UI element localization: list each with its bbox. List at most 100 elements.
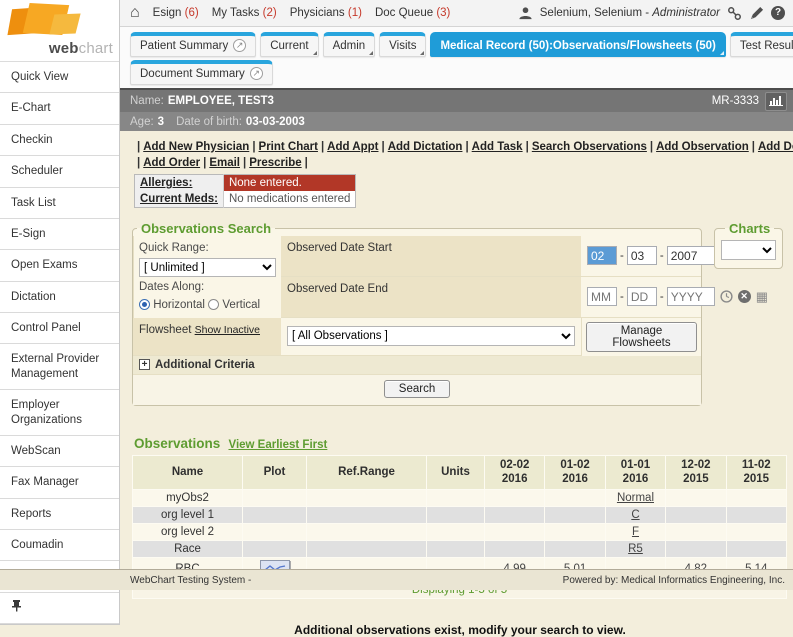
allergies-status-badge: None entered. bbox=[223, 175, 355, 192]
tab-document-summary[interactable]: Document Summary ↗ bbox=[130, 60, 273, 85]
logo-wordmark: webchart bbox=[49, 40, 113, 57]
nav-doc-queue[interactable]: Doc Queue (3) bbox=[375, 7, 450, 19]
sidebar-item-reports[interactable]: Reports bbox=[0, 499, 119, 530]
start-year-input[interactable] bbox=[667, 246, 715, 265]
obs-name: Race bbox=[133, 540, 243, 557]
email-link[interactable]: Email bbox=[209, 157, 240, 169]
start-day-input[interactable] bbox=[627, 246, 657, 265]
add-dictation-link[interactable]: Add Dictation bbox=[388, 141, 463, 153]
col-header-date-2: 01-022016 bbox=[545, 455, 605, 489]
sidebar-item-task-list[interactable]: Task List bbox=[0, 188, 119, 219]
patient-header: Name: EMPLOYEE, TEST3 MR-3333 bbox=[120, 90, 793, 112]
additional-criteria-toggle[interactable]: + Additional Criteria bbox=[133, 356, 701, 375]
open-tab-icon[interactable]: ↗ bbox=[250, 67, 263, 80]
patient-mr-number: MR-3333 bbox=[712, 95, 759, 107]
allergies-link[interactable]: Allergies: bbox=[140, 177, 192, 189]
sidebar-item-quick-view[interactable]: Quick View bbox=[0, 62, 119, 93]
search-button[interactable]: Search bbox=[384, 380, 450, 398]
show-inactive-link[interactable]: Show Inactive bbox=[195, 324, 260, 336]
add-task-link[interactable]: Add Task bbox=[472, 141, 523, 153]
table-row-myobs2: myObs2 Normal bbox=[133, 489, 787, 506]
observed-date-end-label: Observed Date End bbox=[281, 277, 581, 318]
clear-date-icon[interactable]: ✕ bbox=[738, 290, 751, 303]
quick-range-select[interactable]: [ Unlimited ] bbox=[139, 258, 276, 277]
patient-dob: 03-03-2003 bbox=[246, 116, 305, 128]
sidebar-item-coumadin[interactable]: Coumadin bbox=[0, 530, 119, 561]
calendar-icon[interactable]: ▦ bbox=[756, 290, 768, 303]
nav-esign[interactable]: Esign (6) bbox=[153, 7, 199, 19]
end-month-input[interactable] bbox=[587, 287, 617, 306]
obs-value-link[interactable]: C bbox=[631, 509, 639, 521]
time-icon[interactable] bbox=[720, 290, 733, 303]
col-header-date-3: 01-012016 bbox=[605, 455, 665, 489]
sidebar-item-checkin[interactable]: Checkin bbox=[0, 125, 119, 156]
end-year-input[interactable] bbox=[667, 287, 715, 306]
tab-current[interactable]: Current bbox=[260, 32, 318, 57]
dates-along-horizontal-radio[interactable] bbox=[139, 299, 150, 310]
dates-along-vertical-radio[interactable] bbox=[208, 299, 219, 310]
sidebar-item-scheduler[interactable]: Scheduler bbox=[0, 156, 119, 187]
observations-title: Observations bbox=[134, 436, 220, 451]
sidebar-item-external-provider-management[interactable]: External Provider Management bbox=[0, 344, 119, 390]
add-order-link[interactable]: Add Order bbox=[143, 157, 200, 169]
sidebar-item-control-panel[interactable]: Control Panel bbox=[0, 313, 119, 344]
patient-name: EMPLOYEE, TEST3 bbox=[168, 95, 274, 107]
sidebar-item-e-chart[interactable]: E-Chart bbox=[0, 93, 119, 124]
sidebar-item-webscan[interactable]: WebScan bbox=[0, 436, 119, 467]
edit-pencil-icon[interactable] bbox=[749, 6, 764, 21]
tab-medical-record-observations[interactable]: Medical Record (50):Observations/Flowshe… bbox=[430, 32, 725, 57]
add-new-physician-link[interactable]: Add New Physician bbox=[143, 141, 249, 153]
tab-visits[interactable]: Visits bbox=[379, 32, 426, 57]
obs-ref-range bbox=[307, 506, 427, 523]
obs-units bbox=[427, 540, 485, 557]
dates-along-options: Horizontal Vertical bbox=[139, 297, 276, 314]
top-toolbar: ⌂ Esign (6) My Tasks (2) Physicians (1) … bbox=[120, 0, 793, 27]
charts-select[interactable] bbox=[721, 240, 776, 260]
nav-physicians[interactable]: Physicians (1) bbox=[290, 7, 362, 19]
search-observations-link[interactable]: Search Observations bbox=[532, 141, 647, 153]
sidebar-item-fax-manager[interactable]: Fax Manager bbox=[0, 467, 119, 498]
obs-value-link[interactable]: Normal bbox=[617, 492, 654, 504]
sidebar-item-e-sign[interactable]: E-Sign bbox=[0, 219, 119, 250]
observations-header: Observations View Earliest First bbox=[134, 436, 788, 451]
nav-my-tasks[interactable]: My Tasks (2) bbox=[212, 7, 277, 19]
flowsheet-select[interactable]: [ All Observations ] bbox=[287, 326, 575, 346]
current-meds-link[interactable]: Current Meds: bbox=[140, 193, 218, 205]
main-area: ⌂ Esign (6) My Tasks (2) Physicians (1) … bbox=[120, 0, 793, 590]
tab-patient-summary[interactable]: Patient Summary ↗ bbox=[130, 32, 256, 57]
expand-plus-icon[interactable]: + bbox=[139, 359, 150, 370]
obs-plot-cell bbox=[243, 489, 307, 506]
tab-test-results[interactable]: Test Results bbox=[730, 32, 793, 57]
manage-flowsheets-button[interactable]: Manage Flowsheets bbox=[586, 322, 697, 352]
tab-strip: Patient Summary ↗ Current Admin Visits M… bbox=[120, 27, 793, 90]
obs-name: org level 1 bbox=[133, 506, 243, 523]
obs-value-link[interactable]: F bbox=[632, 526, 639, 538]
add-appt-link[interactable]: Add Appt bbox=[327, 141, 378, 153]
view-earliest-first-link[interactable]: View Earliest First bbox=[228, 439, 327, 451]
user-menu[interactable]: Selenium, Selenium - Administrator bbox=[540, 7, 720, 19]
home-icon[interactable]: ⌂ bbox=[130, 5, 140, 21]
tab-admin[interactable]: Admin bbox=[323, 32, 376, 57]
sidebar-item-dictation[interactable]: Dictation bbox=[0, 282, 119, 313]
print-chart-link[interactable]: Print Chart bbox=[259, 141, 318, 153]
obs-name: myObs2 bbox=[133, 489, 243, 506]
start-month-input[interactable] bbox=[587, 246, 617, 265]
obs-value-link[interactable]: R5 bbox=[628, 543, 643, 555]
patient-charts-button[interactable] bbox=[765, 92, 787, 111]
col-header-date-1: 02-022016 bbox=[485, 455, 545, 489]
tab-menu-indicator-icon bbox=[720, 51, 724, 55]
pin-menu-toggle[interactable] bbox=[0, 593, 119, 624]
link-icon[interactable] bbox=[727, 6, 742, 21]
charts-title: Charts bbox=[725, 221, 774, 236]
charts-panel: Charts bbox=[714, 221, 783, 269]
open-tab-icon[interactable]: ↗ bbox=[233, 39, 246, 52]
webchart-logo[interactable]: webchart bbox=[0, 0, 119, 62]
sidebar-item-employer-organizations[interactable]: Employer Organizations bbox=[0, 390, 119, 436]
add-observation-link[interactable]: Add Observation bbox=[656, 141, 749, 153]
end-day-input[interactable] bbox=[627, 287, 657, 306]
help-icon[interactable]: ? bbox=[771, 6, 785, 20]
sidebar-item-open-exams[interactable]: Open Exams bbox=[0, 250, 119, 281]
add-document-link[interactable]: Add Document bbox=[758, 141, 793, 153]
prescribe-link[interactable]: Prescribe bbox=[249, 157, 301, 169]
obs-plot-cell bbox=[243, 523, 307, 540]
